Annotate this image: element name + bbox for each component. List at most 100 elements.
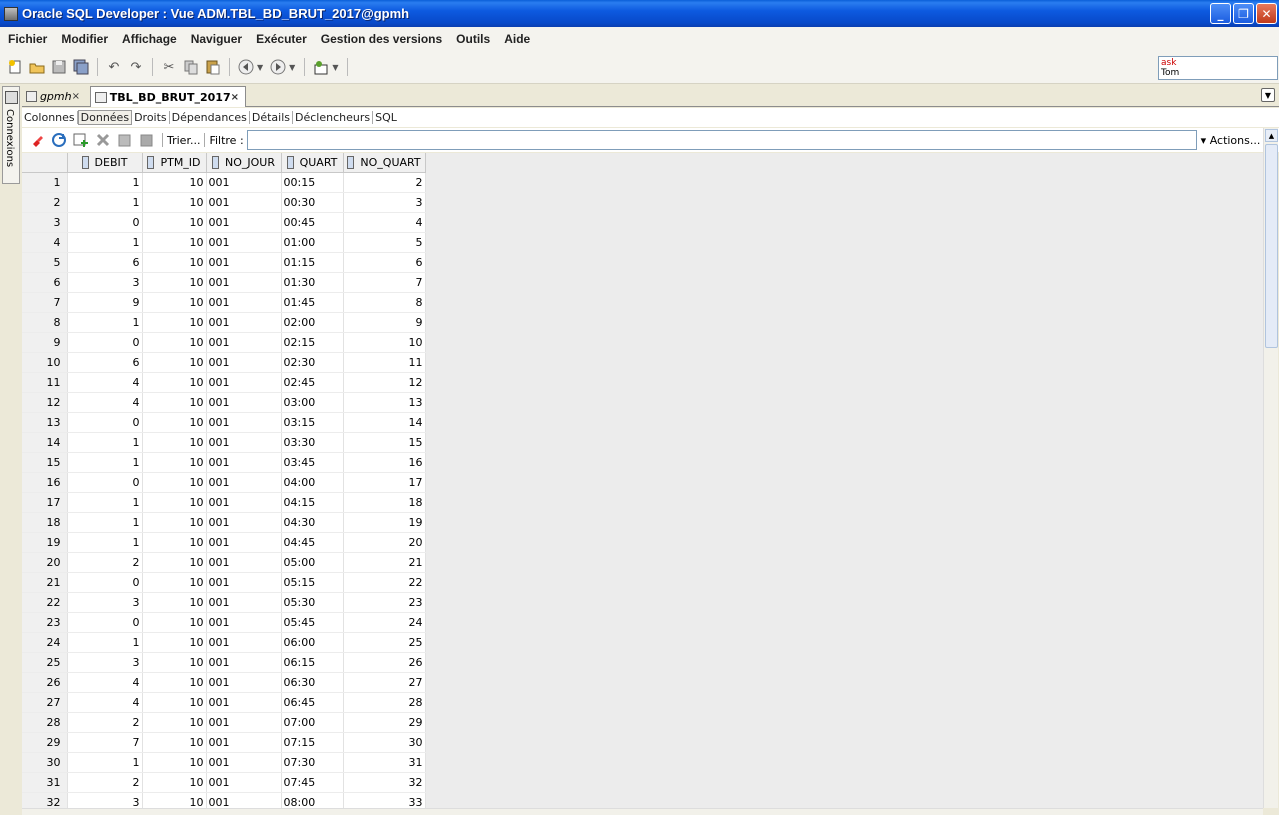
- column-header-no-quart[interactable]: NO_QUART: [343, 153, 426, 173]
- table-row[interactable]: 25 3 10 001 06:15 26: [22, 652, 426, 673]
- menu-outils[interactable]: Outils: [456, 32, 490, 46]
- redo-icon[interactable]: ↷: [127, 58, 145, 76]
- cell-ptm-id[interactable]: 10: [142, 492, 207, 513]
- cell-debit[interactable]: 7: [67, 732, 143, 753]
- cell-no-quart[interactable]: 25: [343, 632, 426, 653]
- table-row[interactable]: 5 6 10 001 01:15 6: [22, 252, 426, 273]
- cell-no-jour[interactable]: 001: [206, 192, 282, 213]
- cell-debit[interactable]: 3: [67, 792, 143, 809]
- forward-dropdown-icon[interactable]: ▼: [289, 63, 295, 72]
- copy-icon[interactable]: [182, 58, 200, 76]
- insert-row-icon[interactable]: [73, 132, 89, 148]
- scroll-thumb[interactable]: [1265, 144, 1278, 348]
- table-row[interactable]: 26 4 10 001 06:30 27: [22, 672, 426, 693]
- cell-quart[interactable]: 05:45: [281, 612, 344, 633]
- cell-ptm-id[interactable]: 10: [142, 752, 207, 773]
- menu-gestion-versions[interactable]: Gestion des versions: [321, 32, 442, 46]
- cell-debit[interactable]: 1: [67, 432, 143, 453]
- table-row[interactable]: 20 2 10 001 05:00 21: [22, 552, 426, 573]
- cell-debit[interactable]: 2: [67, 712, 143, 733]
- cell-quart[interactable]: 04:30: [281, 512, 344, 533]
- cell-ptm-id[interactable]: 10: [142, 372, 207, 393]
- table-row[interactable]: 18 1 10 001 04:30 19: [22, 512, 426, 533]
- cell-no-jour[interactable]: 001: [206, 452, 282, 473]
- cell-ptm-id[interactable]: 10: [142, 292, 207, 313]
- table-row[interactable]: 4 1 10 001 01:00 5: [22, 232, 426, 253]
- column-header-debit[interactable]: DEBIT: [67, 153, 143, 173]
- sort-button[interactable]: Trier...: [167, 134, 200, 147]
- table-row[interactable]: 30 1 10 001 07:30 31: [22, 752, 426, 773]
- cell-no-jour[interactable]: 001: [206, 612, 282, 633]
- cell-debit[interactable]: 0: [67, 472, 143, 493]
- cell-no-jour[interactable]: 001: [206, 652, 282, 673]
- cell-no-jour[interactable]: 001: [206, 712, 282, 733]
- cell-ptm-id[interactable]: 10: [142, 332, 207, 353]
- table-row[interactable]: 14 1 10 001 03:30 15: [22, 432, 426, 453]
- cell-ptm-id[interactable]: 10: [142, 432, 207, 453]
- subtab-details[interactable]: Détails: [250, 111, 293, 124]
- cell-no-quart[interactable]: 22: [343, 572, 426, 593]
- scroll-up-icon[interactable]: ▲: [1265, 129, 1278, 142]
- subtab-colonnes[interactable]: Colonnes: [22, 111, 78, 124]
- subtab-sql[interactable]: SQL: [373, 111, 399, 124]
- cell-quart[interactable]: 07:15: [281, 732, 344, 753]
- cell-quart[interactable]: 08:00: [281, 792, 344, 809]
- filter-input[interactable]: [246, 130, 1197, 150]
- cell-no-jour[interactable]: 001: [206, 232, 282, 253]
- connections-side-tab[interactable]: Connexions: [2, 86, 20, 184]
- cell-no-quart[interactable]: 4: [343, 212, 426, 233]
- cell-debit[interactable]: 1: [67, 312, 143, 333]
- cell-debit[interactable]: 0: [67, 332, 143, 353]
- cell-ptm-id[interactable]: 10: [142, 352, 207, 373]
- cell-debit[interactable]: 0: [67, 212, 143, 233]
- cell-debit[interactable]: 6: [67, 352, 143, 373]
- cell-ptm-id[interactable]: 10: [142, 312, 207, 333]
- cell-quart[interactable]: 02:30: [281, 352, 344, 373]
- table-row[interactable]: 32 3 10 001 08:00 33: [22, 792, 426, 809]
- cell-no-jour[interactable]: 001: [206, 752, 282, 773]
- cell-no-quart[interactable]: 16: [343, 452, 426, 473]
- cell-no-jour[interactable]: 001: [206, 412, 282, 433]
- horizontal-scrollbar[interactable]: [22, 808, 1263, 815]
- cell-debit[interactable]: 3: [67, 652, 143, 673]
- table-row[interactable]: 15 1 10 001 03:45 16: [22, 452, 426, 473]
- cell-debit[interactable]: 1: [67, 492, 143, 513]
- menu-modifier[interactable]: Modifier: [61, 32, 108, 46]
- cell-no-quart[interactable]: 6: [343, 252, 426, 273]
- cell-no-quart[interactable]: 3: [343, 192, 426, 213]
- back-dropdown-icon[interactable]: ▼: [257, 63, 263, 72]
- cell-no-quart[interactable]: 8: [343, 292, 426, 313]
- cell-no-jour[interactable]: 001: [206, 492, 282, 513]
- table-row[interactable]: 24 1 10 001 06:00 25: [22, 632, 426, 653]
- actions-button[interactable]: ▾ Actions...: [1201, 134, 1261, 147]
- cell-no-jour[interactable]: 001: [206, 292, 282, 313]
- cell-debit[interactable]: 4: [67, 672, 143, 693]
- table-row[interactable]: 16 0 10 001 04:00 17: [22, 472, 426, 493]
- ask-tom-search[interactable]: ask Tom: [1158, 56, 1278, 80]
- cell-debit[interactable]: 1: [67, 512, 143, 533]
- cell-ptm-id[interactable]: 10: [142, 412, 207, 433]
- save-all-icon[interactable]: [72, 58, 90, 76]
- new-file-icon[interactable]: [6, 58, 24, 76]
- cell-quart[interactable]: 04:15: [281, 492, 344, 513]
- table-row[interactable]: 2 1 10 001 00:30 3: [22, 192, 426, 213]
- cell-ptm-id[interactable]: 10: [142, 552, 207, 573]
- delete-row-icon[interactable]: [95, 132, 111, 148]
- table-row[interactable]: 17 1 10 001 04:15 18: [22, 492, 426, 513]
- table-row[interactable]: 3 0 10 001 00:45 4: [22, 212, 426, 233]
- cell-debit[interactable]: 1: [67, 232, 143, 253]
- cell-no-quart[interactable]: 9: [343, 312, 426, 333]
- cell-no-jour[interactable]: 001: [206, 392, 282, 413]
- cell-no-quart[interactable]: 13: [343, 392, 426, 413]
- undo-icon[interactable]: ↶: [105, 58, 123, 76]
- pin-icon[interactable]: [29, 132, 45, 148]
- sql-dropdown-icon[interactable]: ▼: [332, 63, 338, 72]
- menu-aide[interactable]: Aide: [504, 32, 530, 46]
- table-row[interactable]: 29 7 10 001 07:15 30: [22, 732, 426, 753]
- cell-no-jour[interactable]: 001: [206, 632, 282, 653]
- cell-ptm-id[interactable]: 10: [142, 272, 207, 293]
- cell-no-quart[interactable]: 26: [343, 652, 426, 673]
- cell-no-jour[interactable]: 001: [206, 692, 282, 713]
- cell-ptm-id[interactable]: 10: [142, 612, 207, 633]
- cell-no-jour[interactable]: 001: [206, 332, 282, 353]
